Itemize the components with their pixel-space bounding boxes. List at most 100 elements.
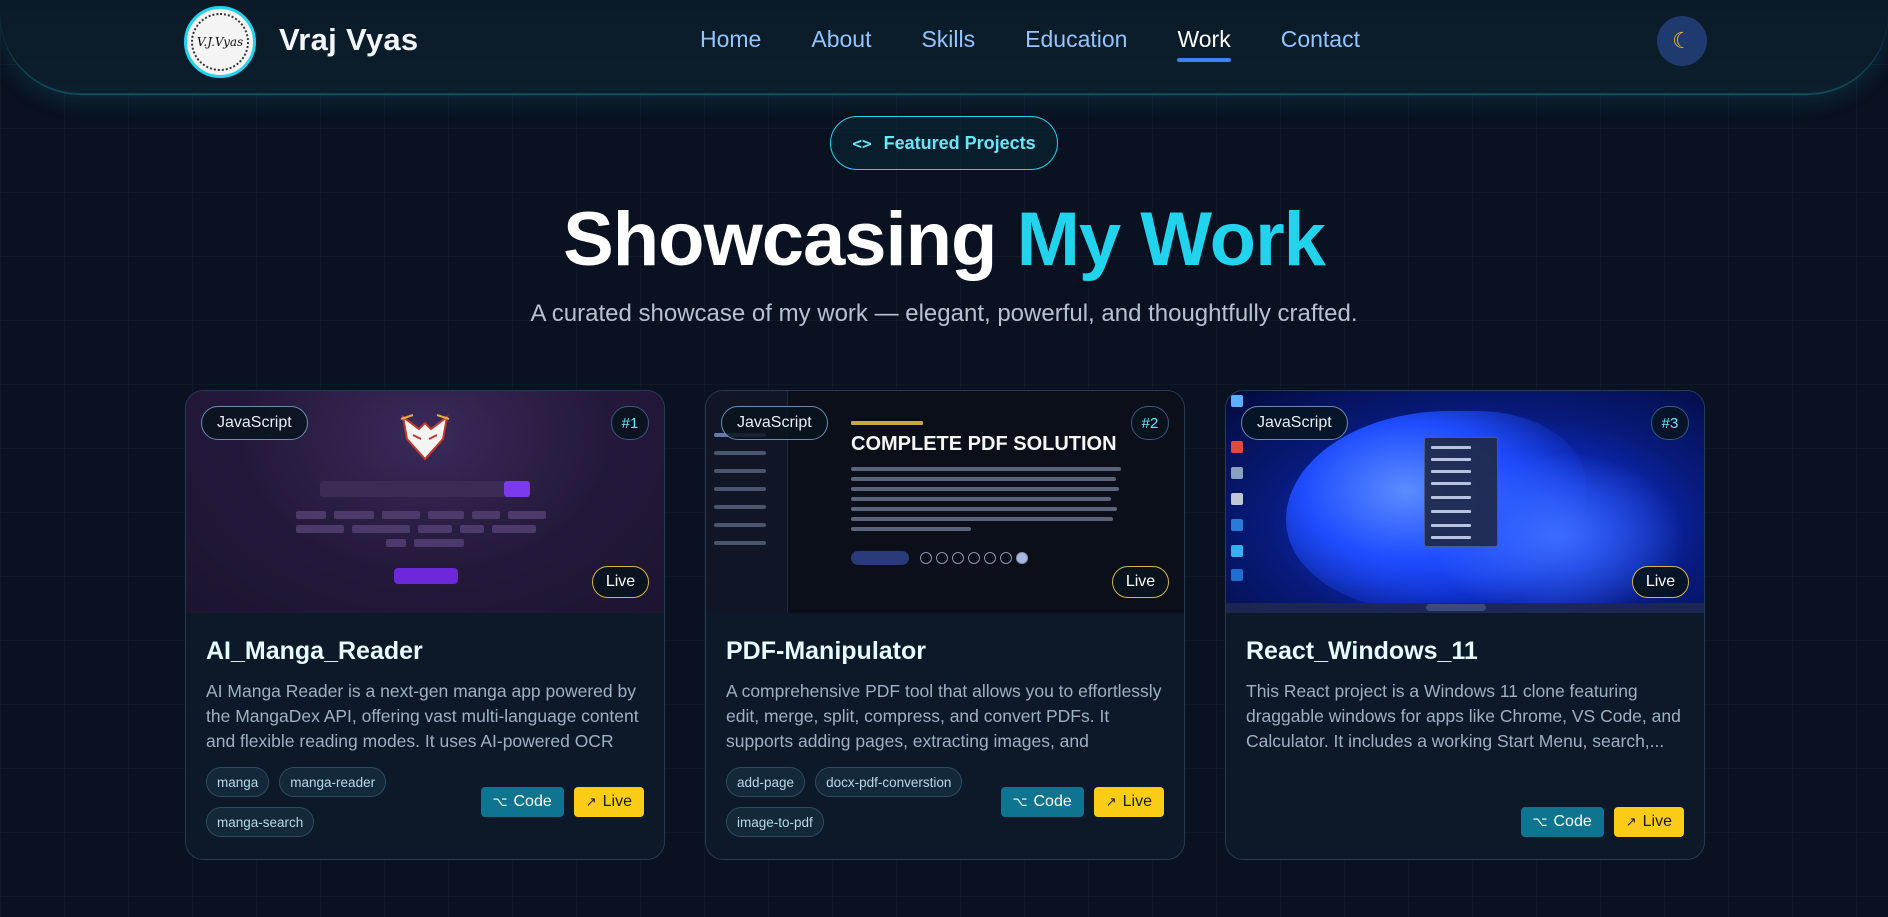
nav-work[interactable]: Work bbox=[1177, 26, 1231, 62]
page-title: Showcasing My Work bbox=[0, 196, 1888, 283]
preview-text-line bbox=[851, 507, 1117, 511]
preview-text-line bbox=[851, 467, 1121, 471]
preview-desktop-icon bbox=[1231, 395, 1243, 407]
language-badge: JavaScript bbox=[1241, 406, 1348, 440]
rank-badge: #2 bbox=[1131, 406, 1169, 440]
preview-desktop-icon bbox=[1231, 493, 1243, 505]
preview-chip bbox=[460, 525, 484, 533]
preview-search-button bbox=[504, 481, 530, 497]
project-card-2: COMPLETE PDF SOLUTION JavaScript #2 Live… bbox=[705, 390, 1185, 860]
preview-chip bbox=[414, 539, 464, 547]
nav-home[interactable]: Home bbox=[700, 26, 761, 53]
tag: manga-search bbox=[206, 807, 315, 837]
logo-text: V.J.Vyas bbox=[191, 13, 249, 71]
code-button[interactable]: ⌥ Code bbox=[1520, 807, 1604, 837]
nav-education[interactable]: Education bbox=[1025, 26, 1127, 53]
brand-name[interactable]: Vraj Vyas bbox=[279, 22, 418, 58]
tag: add-page bbox=[726, 767, 806, 797]
preview-chip bbox=[296, 511, 326, 519]
live-badge: Live bbox=[592, 566, 649, 598]
preview-desktop-icon bbox=[1231, 545, 1243, 557]
preview-search-bar bbox=[320, 481, 530, 497]
preview-sidebar-item bbox=[714, 505, 766, 509]
preview-desktop-icon bbox=[1231, 569, 1243, 581]
preview-menu-line bbox=[1431, 524, 1471, 527]
card-actions: ⌥ Code ↗ Live bbox=[1520, 807, 1684, 837]
preview-menu-line bbox=[1431, 482, 1471, 485]
preview-chip bbox=[382, 511, 420, 519]
preview-cta bbox=[851, 551, 909, 565]
preview-chip bbox=[334, 511, 374, 519]
preview-heading: COMPLETE PDF SOLUTION bbox=[851, 433, 1117, 455]
live-button[interactable]: ↗ Live bbox=[1093, 787, 1164, 817]
code-icon: <> bbox=[852, 133, 872, 153]
preview-menu-line bbox=[1431, 470, 1471, 473]
project-description: A comprehensive PDF tool that allows you… bbox=[726, 681, 1162, 751]
preview-desktop-icon bbox=[1231, 519, 1243, 531]
live-button[interactable]: ↗ Live bbox=[573, 787, 644, 817]
code-button[interactable]: ⌥ Code bbox=[1000, 787, 1084, 817]
project-card-3: JavaScript #3 Live React_Windows_11 This… bbox=[1225, 390, 1705, 860]
github-icon: ⌥ bbox=[1012, 794, 1028, 809]
nav-about[interactable]: About bbox=[811, 26, 871, 53]
card-actions: ⌥ Code ↗ Live bbox=[480, 787, 644, 817]
featured-projects-label: Featured Projects bbox=[883, 132, 1036, 153]
preview-chip bbox=[508, 511, 546, 519]
language-badge: JavaScript bbox=[721, 406, 828, 440]
live-badge: Live bbox=[1632, 566, 1689, 598]
theme-toggle-button[interactable]: ☾ bbox=[1657, 16, 1707, 66]
nav-contact[interactable]: Contact bbox=[1281, 26, 1360, 53]
preview-tool-icon bbox=[920, 552, 932, 564]
preview-menu-line bbox=[1431, 496, 1471, 499]
tag-list: add-page docx-pdf-converstion image-to-p… bbox=[726, 767, 996, 837]
project-title[interactable]: React_Windows_11 bbox=[1246, 637, 1478, 666]
preview-taskbar-search bbox=[1426, 604, 1486, 611]
featured-projects-pill: <> Featured Projects bbox=[830, 116, 1058, 170]
rank-badge: #3 bbox=[1651, 406, 1689, 440]
project-description: This React project is a Windows 11 clone… bbox=[1246, 681, 1681, 751]
preview-text-line bbox=[851, 517, 1113, 521]
moon-icon: ☾ bbox=[1672, 28, 1692, 53]
preview-chip bbox=[352, 525, 410, 533]
logo[interactable]: V.J.Vyas bbox=[184, 6, 256, 78]
title-main: Showcasing bbox=[563, 197, 1017, 282]
tag-list: manga manga-reader manga-search bbox=[206, 767, 476, 837]
project-title[interactable]: AI_Manga_Reader bbox=[206, 637, 423, 666]
preview-context-menu bbox=[1424, 437, 1498, 547]
preview-text-line bbox=[851, 487, 1119, 491]
preview-chip bbox=[296, 525, 344, 533]
page-subtitle: A curated showcase of my work — elegant,… bbox=[530, 300, 1358, 327]
tag: docx-pdf-converstion bbox=[815, 767, 963, 797]
nav-skills[interactable]: Skills bbox=[921, 26, 975, 53]
preview-sidebar-item bbox=[714, 451, 766, 455]
github-icon: ⌥ bbox=[492, 794, 508, 809]
language-badge: JavaScript bbox=[201, 406, 308, 440]
project-title[interactable]: PDF-Manipulator bbox=[726, 637, 926, 666]
preview-tool-icon bbox=[984, 552, 996, 564]
preview-kicker bbox=[851, 421, 923, 425]
external-link-icon: ↗ bbox=[1625, 814, 1637, 829]
navbar: V.J.Vyas Vraj Vyas Home About Skills Edu… bbox=[0, 0, 1888, 94]
live-button[interactable]: ↗ Live bbox=[1613, 807, 1684, 837]
code-button-label: Code bbox=[1553, 813, 1592, 830]
live-badge: Live bbox=[1112, 566, 1169, 598]
preview-sidebar-item bbox=[714, 469, 766, 473]
preview-menu-line bbox=[1431, 536, 1471, 539]
preview-sidebar-item bbox=[714, 523, 766, 527]
preview-menu-line bbox=[1431, 458, 1471, 461]
project-card-1: JavaScript #1 Live AI_Manga_Reader AI Ma… bbox=[185, 390, 665, 860]
card-actions: ⌥ Code ↗ Live bbox=[1000, 787, 1164, 817]
project-description: AI Manga Reader is a next-gen manga app … bbox=[206, 681, 639, 751]
preview-sidebar-item bbox=[714, 541, 766, 545]
preview-tool-icon bbox=[952, 552, 964, 564]
code-button-label: Code bbox=[1033, 793, 1072, 810]
preview-tool-icon bbox=[1000, 552, 1012, 564]
preview-tool-icon bbox=[968, 552, 980, 564]
preview-menu-line bbox=[1431, 446, 1471, 449]
tag: manga bbox=[206, 767, 270, 797]
preview-chip bbox=[428, 511, 464, 519]
code-button[interactable]: ⌥ Code bbox=[480, 787, 564, 817]
live-button-label: Live bbox=[602, 793, 632, 810]
tag: image-to-pdf bbox=[726, 807, 824, 837]
preview-chip bbox=[386, 539, 406, 547]
